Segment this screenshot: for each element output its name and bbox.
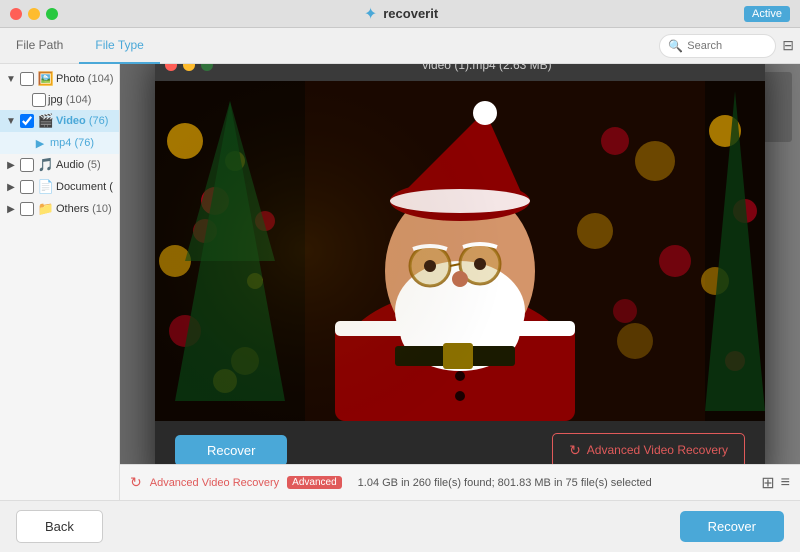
titlebar-center: ✦ recoverit (58, 4, 744, 24)
photo-label: Photo (56, 73, 85, 85)
preview-minimize[interactable] (183, 64, 195, 71)
list-view-icon[interactable]: ≡ (781, 474, 790, 492)
active-badge: Active (744, 6, 790, 22)
sidebar: ▼ 🖼️ Photo (104) jpg (104) ▼ 🎬 Video (76… (0, 64, 120, 500)
bottom-advanced-video-label[interactable]: Advanced Video Recovery (150, 477, 279, 489)
video-expand-icon: ▼ (4, 114, 18, 128)
mp4-label: mp4 (50, 137, 71, 149)
video-label: Video (56, 115, 86, 127)
audio-expand-icon: ▶ (4, 158, 18, 172)
advanced-video-recovery-button[interactable]: ↻ Advanced Video Recovery (552, 433, 745, 465)
advanced-video-label: Advanced Video Recovery (587, 443, 728, 457)
advanced-video-icon: ↻ (569, 442, 581, 459)
video-checkbox[interactable] (20, 114, 34, 128)
advanced-badge: Advanced (287, 476, 341, 489)
preview-title: video (1).mp4 (2.63 MB) (219, 64, 755, 72)
video-count: (76) (86, 115, 109, 127)
preview-window: video (1).mp4 (2.63 MB) (155, 64, 765, 464)
photo-checkbox[interactable] (20, 72, 34, 86)
close-button[interactable] (10, 8, 22, 20)
expand-icon: ▼ (4, 72, 18, 86)
search-box[interactable]: 🔍 (659, 34, 776, 58)
minimize-button[interactable] (28, 8, 40, 20)
mp4-count: (76) (71, 137, 94, 149)
content-area: ▶ File Name: video (1).mp4 File Size: 2.… (120, 64, 800, 500)
audio-icon: 🎵 (38, 157, 54, 173)
tree-item-jpg[interactable]: jpg (104) (0, 90, 119, 110)
preview-overlay: video (1).mp4 (2.63 MB) (120, 64, 800, 464)
preview-maximize[interactable] (201, 64, 213, 71)
tree-item-document[interactable]: ▶ 📄 Document ( (0, 176, 119, 198)
filter-icon[interactable]: ⊟ (782, 37, 794, 54)
action-bar: Back Recover (0, 500, 800, 552)
doc-icon: 📄 (38, 179, 54, 195)
recover-button[interactable]: Recover (680, 511, 784, 542)
tab-bar: File Path File Type 🔍 ⊟ (0, 28, 800, 64)
file-grid-area: ▶ File Name: video (1).mp4 File Size: 2.… (120, 64, 800, 464)
traffic-lights (10, 8, 58, 20)
app-logo-icon: ✦ (364, 4, 377, 24)
others-label: Others (56, 203, 89, 215)
preview-image (155, 81, 765, 421)
others-checkbox[interactable] (20, 202, 34, 216)
recover-preview-button[interactable]: Recover (175, 435, 287, 465)
jpg-label: jpg (48, 94, 63, 106)
photo-icon: 🖼️ (38, 71, 54, 87)
others-count: (10) (89, 203, 112, 215)
jpg-count: (104) (63, 94, 92, 106)
photo-count: (104) (85, 73, 114, 85)
video-icon: 🎬 (38, 113, 54, 129)
file-tree: ▼ 🖼️ Photo (104) jpg (104) ▼ 🎬 Video (76… (0, 64, 119, 500)
app-name: recoverit (383, 6, 438, 21)
doc-checkbox[interactable] (20, 180, 34, 194)
tree-item-mp4[interactable]: ▶ mp4 (76) (0, 132, 119, 154)
tab-file-type[interactable]: File Type (79, 28, 159, 64)
audio-count: (5) (84, 159, 101, 171)
bottom-bar: ↻ Advanced Video Recovery Advanced 1.04 … (120, 464, 800, 500)
doc-expand-icon: ▶ (4, 180, 18, 194)
tree-item-photo[interactable]: ▼ 🖼️ Photo (104) (0, 68, 119, 90)
santa-scene-svg (155, 81, 765, 421)
jpg-checkbox[interactable] (32, 93, 46, 107)
search-input[interactable] (687, 40, 767, 52)
back-button[interactable]: Back (16, 510, 103, 543)
preview-titlebar: video (1).mp4 (2.63 MB) (155, 64, 765, 81)
doc-label: Document ( (56, 181, 113, 193)
search-icon: 🔍 (668, 39, 683, 53)
stats-text: 1.04 GB in 260 file(s) found; 801.83 MB … (358, 477, 652, 489)
tree-item-audio[interactable]: ▶ 🎵 Audio (5) (0, 154, 119, 176)
others-expand-icon: ▶ (4, 202, 18, 216)
advanced-video-recovery-icon: ↻ (130, 474, 142, 491)
tab-file-path[interactable]: File Path (0, 28, 79, 64)
preview-actions: Recover ↻ Advanced Video Recovery (155, 421, 765, 465)
titlebar: ✦ recoverit Active (0, 0, 800, 28)
view-icons: ⊞ ≡ (761, 473, 790, 493)
tree-item-video[interactable]: ▼ 🎬 Video (76) (0, 110, 119, 132)
maximize-button[interactable] (46, 8, 58, 20)
tree-item-others[interactable]: ▶ 📁 Others (10) (0, 198, 119, 220)
others-icon: 📁 (38, 201, 54, 217)
audio-checkbox[interactable] (20, 158, 34, 172)
mp4-icon: ▶ (32, 135, 48, 151)
main-container: ▼ 🖼️ Photo (104) jpg (104) ▼ 🎬 Video (76… (0, 64, 800, 500)
grid-view-icon[interactable]: ⊞ (761, 473, 774, 493)
audio-label: Audio (56, 159, 84, 171)
preview-close[interactable] (165, 64, 177, 71)
